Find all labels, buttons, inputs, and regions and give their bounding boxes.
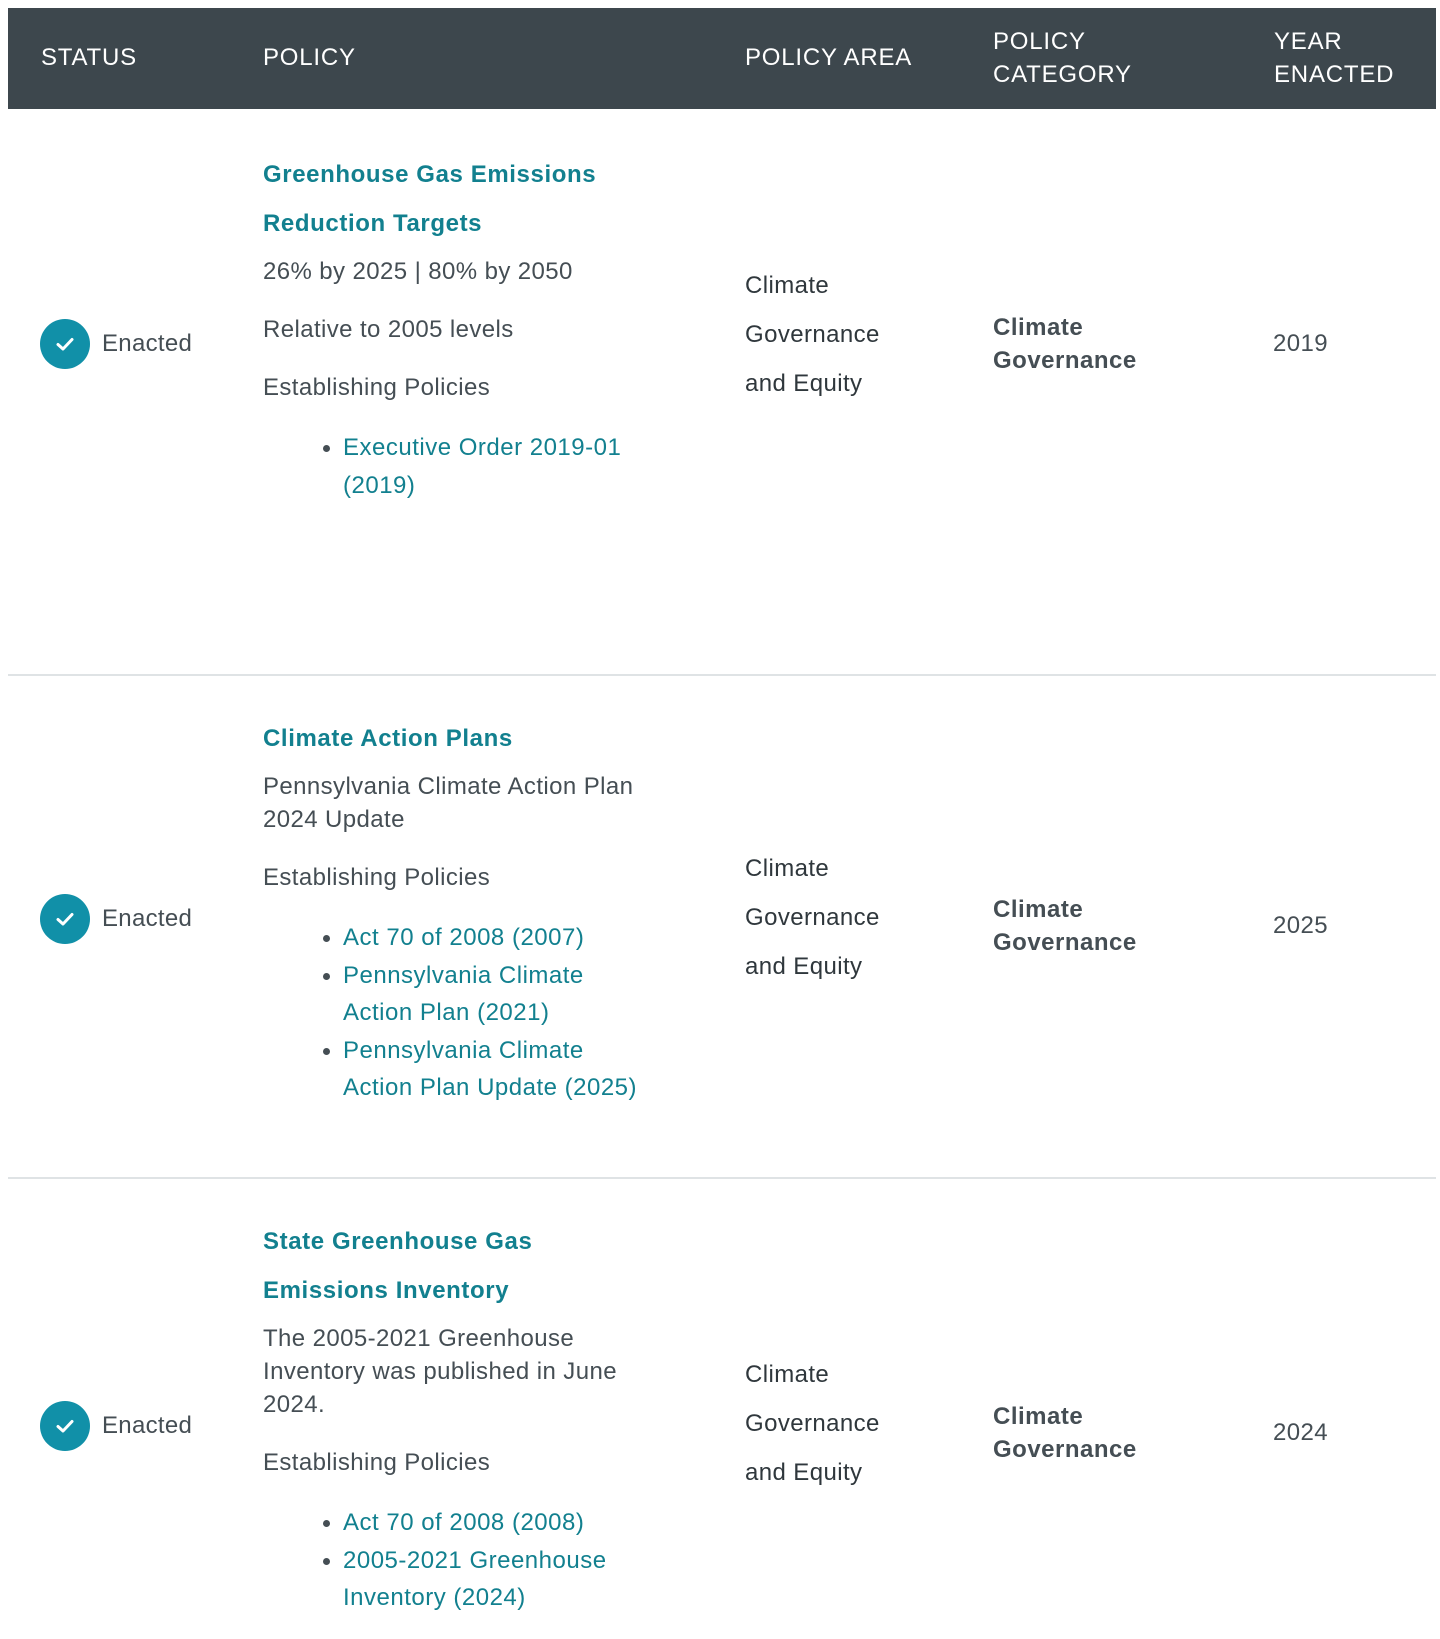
check-circle-icon: [40, 894, 90, 944]
policy-description-line1: The 2005-2021 Greenhouse: [263, 1325, 575, 1352]
list-item[interactable]: Executive Order 2019-01 (2019): [323, 429, 693, 504]
policy-category-cell: Climate Governance: [993, 311, 1213, 377]
policy-area-line2: Governance: [745, 1410, 880, 1437]
policy-table: STATUS POLICY POLICY AREA POLICY CATEGOR…: [8, 8, 1436, 1639]
establishing-policy-link[interactable]: Pennsylvania Climate: [343, 1037, 584, 1064]
establishing-policy-link[interactable]: Act 70 of 2008 (2007): [343, 924, 584, 951]
policy-category-line1: Climate: [993, 314, 1084, 341]
status-cell: Enacted: [40, 1401, 192, 1451]
list-item[interactable]: Pennsylvania Climate Action Plan (2021): [323, 957, 693, 1032]
establishing-policies-label: Establishing Policies: [263, 1449, 491, 1476]
header-policy-area[interactable]: POLICY AREA: [745, 41, 912, 74]
policy-title-link[interactable]: Climate Action Plans: [263, 714, 693, 763]
policy-cell: Climate Action Plans Pennsylvania Climat…: [263, 714, 693, 1107]
list-item[interactable]: Pennsylvania Climate Action Plan Update …: [323, 1032, 693, 1107]
policy-description-line2: 2024 Update: [263, 806, 405, 833]
policy-area-cell: Climate Governance and Equity: [745, 261, 945, 408]
establishing-policy-link[interactable]: Executive Order 2019-01: [343, 434, 621, 461]
header-policy-category-line2: CATEGORY: [993, 61, 1132, 88]
table-row: Enacted Climate Action Plans Pennsylvani…: [8, 676, 1436, 1179]
policy-title-line1: Greenhouse Gas Emissions: [263, 161, 597, 188]
establishing-policies-label: Establishing Policies: [263, 864, 491, 891]
policy-cell: State Greenhouse Gas Emissions Inventory…: [263, 1217, 693, 1617]
policy-area-cell: Climate Governance and Equity: [745, 1350, 945, 1497]
year-enacted-cell: 2025: [1273, 912, 1328, 939]
policy-title-line1: State Greenhouse Gas: [263, 1228, 533, 1255]
header-policy-category[interactable]: POLICY CATEGORY: [993, 25, 1132, 91]
policy-category-line2: Governance: [993, 347, 1137, 374]
establishing-policy-link-cont[interactable]: Action Plan Update (2025): [343, 1074, 637, 1101]
year-enacted-cell: 2019: [1273, 330, 1328, 357]
list-item[interactable]: Act 70 of 2008 (2007): [323, 919, 693, 957]
list-item[interactable]: Act 70 of 2008 (2008): [323, 1504, 693, 1542]
policy-cell: Greenhouse Gas Emissions Reduction Targe…: [263, 150, 693, 504]
policy-description-line1: Pennsylvania Climate Action Plan: [263, 773, 634, 800]
header-status[interactable]: STATUS: [41, 41, 137, 74]
establishing-policy-link-cont[interactable]: (2019): [343, 472, 415, 499]
policy-category-line1: Climate: [993, 1403, 1084, 1430]
establishing-policies-label: Establishing Policies: [263, 374, 491, 401]
policy-area-cell: Climate Governance and Equity: [745, 844, 945, 991]
policy-category-cell: Climate Governance: [993, 893, 1213, 959]
establishing-policies-list: Executive Order 2019-01 (2019): [263, 429, 693, 504]
policy-title-link[interactable]: Greenhouse Gas Emissions Reduction Targe…: [263, 150, 693, 248]
policy-area-line3: and Equity: [745, 370, 863, 397]
header-year-enacted[interactable]: YEAR ENACTED: [1274, 25, 1394, 91]
establishing-policy-link[interactable]: Pennsylvania Climate: [343, 962, 584, 989]
policy-area-line1: Climate: [745, 272, 830, 299]
establishing-policy-link-cont[interactable]: Inventory (2024): [343, 1584, 526, 1611]
header-year-enacted-line2: ENACTED: [1274, 61, 1395, 88]
policy-category-cell: Climate Governance: [993, 1400, 1213, 1466]
status-cell: Enacted: [40, 319, 192, 369]
year-enacted-cell: 2024: [1273, 1419, 1328, 1446]
policy-area-line3: and Equity: [745, 1459, 863, 1486]
policy-description-line2: Inventory was published in June: [263, 1358, 617, 1385]
policy-description: 26% by 2025 | 80% by 2050: [263, 258, 573, 285]
establishing-policy-link[interactable]: Act 70 of 2008 (2008): [343, 1509, 584, 1536]
policy-area-line1: Climate: [745, 855, 830, 882]
policy-area-line3: and Equity: [745, 953, 863, 980]
status-label: Enacted: [102, 330, 193, 357]
check-circle-icon: [40, 319, 90, 369]
policy-area-line1: Climate: [745, 1361, 830, 1388]
list-item[interactable]: 2005-2021 Greenhouse Inventory (2024): [323, 1542, 693, 1617]
policy-category-line1: Climate: [993, 896, 1084, 923]
policy-title-line2: Reduction Targets: [263, 210, 483, 237]
status-cell: Enacted: [40, 894, 192, 944]
establishing-policy-link-cont[interactable]: Action Plan (2021): [343, 999, 549, 1026]
policy-description: Pennsylvania Climate Action Plan 2024 Up…: [263, 770, 693, 836]
header-policy[interactable]: POLICY: [263, 41, 356, 74]
establishing-policies-list: Act 70 of 2008 (2007) Pennsylvania Clima…: [263, 919, 693, 1107]
policy-description-line3: 2024.: [263, 1391, 326, 1418]
header-year-enacted-line1: YEAR: [1274, 28, 1343, 55]
policy-title-link[interactable]: State Greenhouse Gas Emissions Inventory: [263, 1217, 693, 1315]
policy-area-line2: Governance: [745, 904, 880, 931]
policy-category-line2: Governance: [993, 929, 1137, 956]
status-label: Enacted: [102, 1412, 193, 1439]
check-circle-icon: [40, 1401, 90, 1451]
policy-title-line1: Climate Action Plans: [263, 725, 513, 752]
table-row: Enacted Greenhouse Gas Emissions Reducti…: [8, 109, 1436, 676]
table-row: Enacted State Greenhouse Gas Emissions I…: [8, 1179, 1436, 1639]
header-policy-category-line1: POLICY: [993, 28, 1086, 55]
establishing-policy-link[interactable]: 2005-2021 Greenhouse: [343, 1547, 607, 1574]
status-label: Enacted: [102, 905, 193, 932]
establishing-policies-list: Act 70 of 2008 (2008) 2005-2021 Greenhou…: [263, 1504, 693, 1617]
policy-description-secondary: Relative to 2005 levels: [263, 316, 514, 343]
policy-title-line2: Emissions Inventory: [263, 1277, 510, 1304]
policy-description: The 2005-2021 Greenhouse Inventory was p…: [263, 1322, 693, 1421]
policy-category-line2: Governance: [993, 1436, 1137, 1463]
policy-area-line2: Governance: [745, 321, 880, 348]
table-header: STATUS POLICY POLICY AREA POLICY CATEGOR…: [8, 8, 1436, 109]
